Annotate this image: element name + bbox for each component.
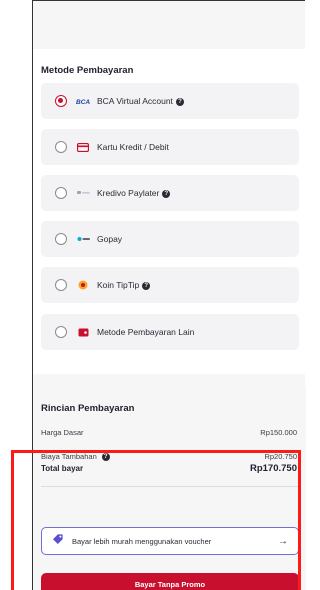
payment-option-card[interactable]: Kartu Kredit / Debit xyxy=(41,129,299,165)
payment-page: Metode Pembayaran BCA BCA Virtual Accoun… xyxy=(0,0,306,590)
card-icon xyxy=(76,142,90,152)
payment-details-title: Rincian Pembayaran xyxy=(41,403,135,414)
bca-logo: BCA xyxy=(76,96,90,106)
voucher-button[interactable]: Bayar lebih murah menggunakan voucher → xyxy=(41,527,299,555)
total-label: Total bayar xyxy=(41,464,84,473)
kredivo-logo xyxy=(76,188,90,198)
payment-option-bca[interactable]: BCA BCA Virtual Account? xyxy=(41,83,299,119)
pay-button-label: Bayar Tanpa Promo xyxy=(134,579,206,589)
payment-sheet: Metode Pembayaran BCA BCA Virtual Accoun… xyxy=(32,0,306,590)
payment-details-section xyxy=(33,386,306,590)
radio-unselected[interactable] xyxy=(55,233,67,245)
payment-option-gopay[interactable]: Gopay xyxy=(41,221,299,257)
payment-option-label: Metode Pembayaran Lain xyxy=(97,327,195,337)
payment-option-label: Kartu Kredit / Debit xyxy=(97,142,169,152)
payment-method-title: Metode Pembayaran xyxy=(41,65,134,76)
radio-unselected[interactable] xyxy=(55,279,67,291)
extra-fee-value: Rp20.750 xyxy=(264,452,297,461)
left-margin xyxy=(0,0,32,590)
info-icon[interactable]: ? xyxy=(142,281,151,290)
info-icon[interactable]: ? xyxy=(175,97,184,106)
base-price-label: Harga Dasar xyxy=(41,428,84,437)
voucher-label: Bayar lebih murah menggunakan voucher xyxy=(72,536,212,546)
total-value: Rp170.750 xyxy=(249,463,297,474)
payment-option-label: BCA Virtual Account? xyxy=(97,96,184,106)
wallet-icon xyxy=(76,327,90,337)
radio-unselected[interactable] xyxy=(55,326,67,338)
coin-icon xyxy=(76,280,90,290)
arrow-right-icon: → xyxy=(278,535,288,547)
info-icon[interactable]: ? xyxy=(162,189,171,198)
pay-without-promo-button[interactable]: Bayar Tanpa Promo xyxy=(41,573,299,590)
base-price-value: Rp150.000 xyxy=(260,428,297,437)
radio-unselected[interactable] xyxy=(55,187,67,199)
radio-unselected[interactable] xyxy=(55,141,67,153)
payment-option-koin[interactable]: Koin TipTip? xyxy=(41,267,299,303)
info-icon[interactable]: ? xyxy=(101,453,110,462)
payment-option-kredivo[interactable]: Kredivo Paylater? xyxy=(41,175,299,211)
payment-option-label: Gopay xyxy=(97,234,123,244)
extra-fee-label: Biaya Tambahan? xyxy=(41,452,110,462)
payment-option-label: Kredivo Paylater? xyxy=(97,188,171,198)
svg-text:BCA: BCA xyxy=(76,99,90,105)
payment-option-label: Koin TipTip? xyxy=(97,280,151,290)
divider xyxy=(41,486,299,487)
voucher-tag-icon xyxy=(52,532,64,550)
radio-selected[interactable] xyxy=(55,95,67,107)
payment-option-other[interactable]: Metode Pembayaran Lain xyxy=(41,314,299,350)
gopay-logo xyxy=(76,234,90,244)
